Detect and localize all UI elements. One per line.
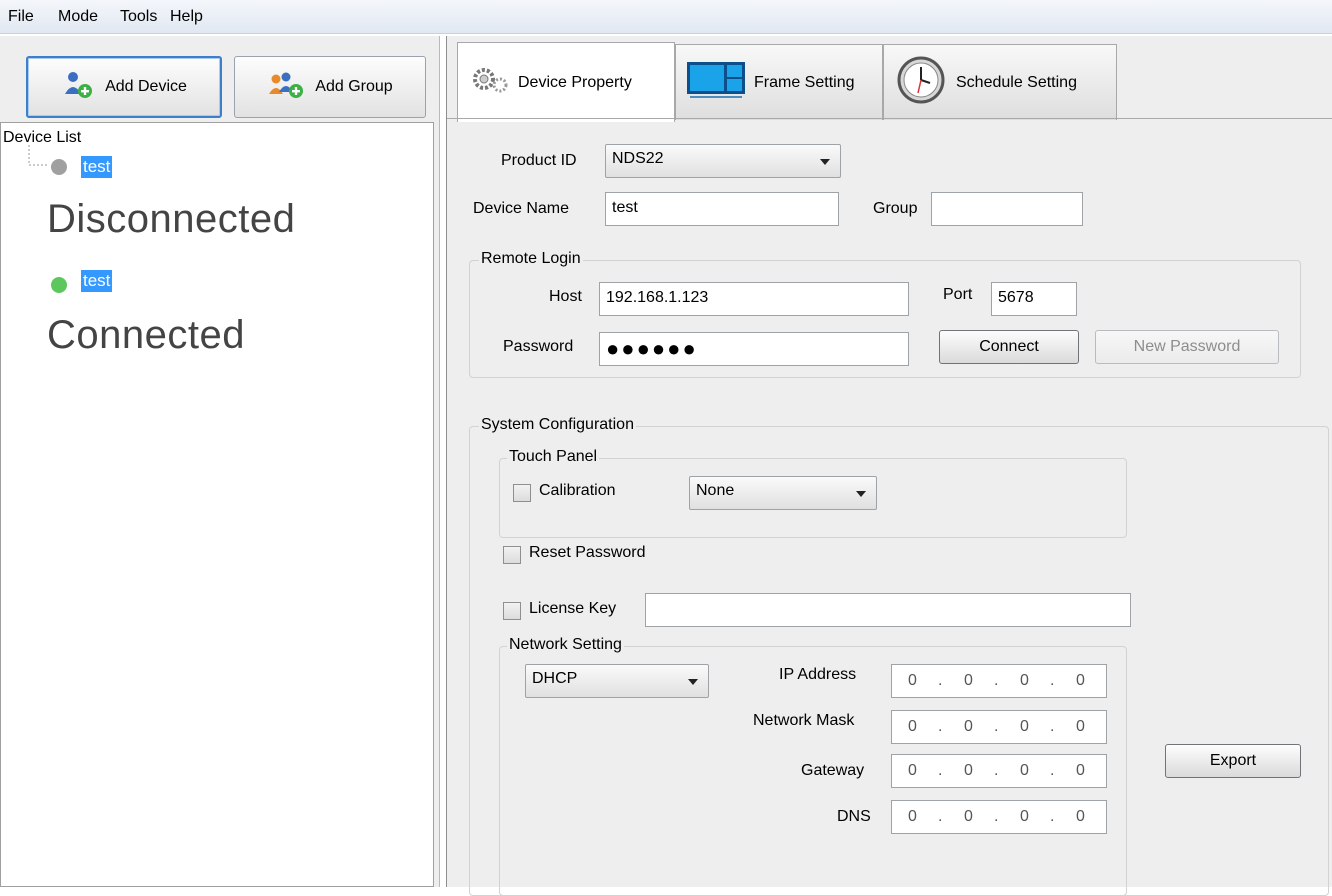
- ip-address-label: IP Address: [779, 666, 857, 683]
- tab-device-property-label: Device Property: [518, 73, 632, 91]
- add-group-label: Add Group: [315, 78, 393, 95]
- gateway-label: Gateway: [801, 762, 865, 779]
- tab-frame-setting-label: Frame Setting: [754, 73, 855, 91]
- remote-login-title: Remote Login: [479, 250, 583, 268]
- product-id-value: NDS22: [612, 150, 664, 167]
- network-mask-label: Network Mask: [753, 712, 855, 729]
- new-password-button[interactable]: New Password: [1095, 330, 1279, 364]
- tab-schedule-setting-label: Schedule Setting: [956, 73, 1077, 91]
- chevron-down-icon: [820, 159, 830, 165]
- chevron-down-icon: [688, 679, 698, 685]
- ip-octet: 0: [964, 672, 973, 689]
- add-group-icon: [267, 70, 305, 105]
- password-mask: ●●●●●●: [606, 336, 698, 361]
- gateway-octet: 0: [1076, 762, 1085, 779]
- disconnected-status-icon: [51, 159, 67, 175]
- device-node-test-2[interactable]: test: [81, 270, 113, 292]
- network-setting-title: Network Setting: [507, 636, 624, 654]
- host-label: Host: [549, 288, 582, 305]
- mask-octet: 0: [964, 718, 973, 735]
- reset-password-label: Reset Password: [529, 544, 646, 561]
- menu-mode[interactable]: Mode: [58, 8, 98, 26]
- menu-tools[interactable]: Tools: [120, 8, 157, 26]
- menu-bar: File Mode Tools Help: [0, 0, 1332, 34]
- connected-label: Connected: [47, 313, 245, 357]
- calibration-value: None: [696, 482, 735, 499]
- mask-octet: 0: [1076, 718, 1085, 735]
- password-label: Password: [503, 338, 574, 355]
- dns-label: DNS: [837, 808, 871, 825]
- tab-device-property[interactable]: Device Property: [457, 42, 675, 122]
- product-id-select[interactable]: NDS22: [605, 144, 841, 178]
- ip-octet: 0: [1076, 672, 1085, 689]
- dns-octet: 0: [1020, 808, 1029, 825]
- menu-file[interactable]: File: [8, 8, 34, 26]
- ip-address-input[interactable]: 0 . 0 . 0 . 0: [891, 664, 1107, 698]
- ip-octet: 0: [908, 672, 917, 689]
- device-name-input[interactable]: test: [605, 192, 839, 226]
- password-input[interactable]: ●●●●●●: [599, 332, 909, 366]
- tab-schedule-setting[interactable]: Schedule Setting: [883, 44, 1117, 120]
- license-key-input[interactable]: [645, 593, 1131, 627]
- network-mode-value: DHCP: [532, 670, 578, 687]
- gateway-octet: 0: [1020, 762, 1029, 779]
- gateway-octet: 0: [908, 762, 917, 779]
- reset-password-checkbox[interactable]: [503, 546, 521, 564]
- touch-panel-title: Touch Panel: [507, 448, 600, 466]
- product-id-label: Product ID: [501, 152, 577, 169]
- group-label: Group: [873, 200, 918, 217]
- network-mode-select[interactable]: DHCP: [525, 664, 709, 698]
- frame-layout-icon: [686, 60, 746, 105]
- connect-button[interactable]: Connect: [939, 330, 1079, 364]
- dns-octet: 0: [908, 808, 917, 825]
- calibration-checkbox[interactable]: [513, 484, 531, 502]
- add-device-icon: [61, 70, 95, 105]
- port-input[interactable]: 5678: [991, 282, 1077, 316]
- gateway-octet: 0: [964, 762, 973, 779]
- host-input[interactable]: 192.168.1.123: [599, 282, 909, 316]
- ip-octet: 0: [1020, 672, 1029, 689]
- device-name-label: Device Name: [473, 200, 570, 217]
- calibration-select[interactable]: None: [689, 476, 877, 510]
- dns-octet: 0: [964, 808, 973, 825]
- dns-octet: 0: [1076, 808, 1085, 825]
- device-panel: Add Device Add Group Device List test Di…: [0, 36, 440, 887]
- add-device-button[interactable]: Add Device: [26, 56, 222, 118]
- port-label: Port: [943, 286, 973, 303]
- gateway-input[interactable]: 0 . 0 . 0 . 0: [891, 754, 1107, 788]
- gears-icon: [470, 65, 510, 100]
- menu-help[interactable]: Help: [170, 8, 203, 26]
- mask-octet: 0: [908, 718, 917, 735]
- license-key-label: License Key: [529, 600, 617, 617]
- clock-icon: [894, 55, 948, 110]
- add-device-label: Add Device: [105, 78, 187, 95]
- add-group-button[interactable]: Add Group: [234, 56, 426, 118]
- device-node-test-1[interactable]: test: [81, 156, 113, 178]
- export-button[interactable]: Export: [1165, 744, 1301, 778]
- tab-divider: [447, 118, 1332, 119]
- property-panel: Device Property Frame Setting Schedule S…: [446, 36, 1332, 896]
- chevron-down-icon: [856, 491, 866, 497]
- mask-octet: 0: [1020, 718, 1029, 735]
- dns-input[interactable]: 0 . 0 . 0 . 0: [891, 800, 1107, 834]
- license-key-checkbox[interactable]: [503, 602, 521, 620]
- device-tree: Device List test Disconnected test Conne…: [0, 122, 434, 887]
- group-input[interactable]: [931, 192, 1083, 226]
- network-mask-input[interactable]: 0 . 0 . 0 . 0: [891, 710, 1107, 744]
- system-configuration-title: System Configuration: [479, 416, 636, 434]
- calibration-label: Calibration: [539, 482, 616, 499]
- connected-status-icon: [51, 277, 67, 293]
- tab-frame-setting[interactable]: Frame Setting: [675, 44, 883, 120]
- tree-connector: [28, 145, 47, 166]
- disconnected-label: Disconnected: [47, 197, 296, 241]
